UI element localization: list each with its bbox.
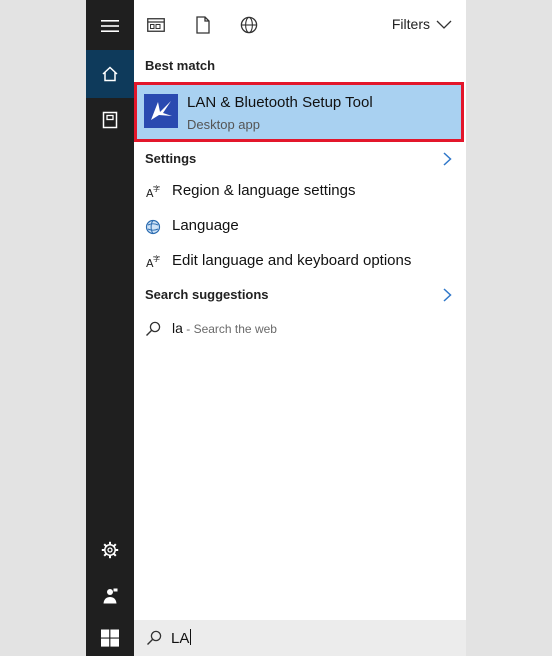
documents-scope-button[interactable] [192,14,214,36]
windows-logo-icon [101,629,119,647]
apps-icon [147,18,165,32]
start-sidebar [86,0,134,656]
gear-icon [101,541,119,559]
app-name: LAN & Bluetooth Setup Tool [187,94,373,111]
best-match-heading: Best match [145,58,216,73]
search-results-panel: Filters Best match LAN & Bluetooth Setup… [134,0,466,620]
web-scope-button[interactable] [238,14,260,36]
settings-button[interactable] [86,526,134,574]
scope-toolbar: Filters [134,0,466,50]
hamburger-icon [101,20,119,32]
taskbar-search-box[interactable]: LA [134,620,466,656]
filters-dropdown[interactable]: Filters [392,16,452,32]
best-match-result[interactable]: LAN & Bluetooth Setup Tool Desktop app [134,82,464,142]
windows-start-button[interactable] [86,620,134,656]
search-icon [144,320,162,338]
suggestions-chevron-right-icon[interactable] [443,288,452,302]
suggestion-query: la [172,320,183,336]
settings-chevron-right-icon[interactable] [443,152,452,166]
search-suggestions-heading: Search suggestions [145,287,269,302]
search-value: LA [171,630,190,647]
notebook-button[interactable] [86,96,134,144]
suggestion-text: la - Search the web [172,320,277,336]
notebook-icon [102,111,118,129]
settings-item-language[interactable]: Language [134,209,466,243]
svg-text:字: 字 [153,254,160,263]
search-box-icon [147,630,162,645]
document-icon [196,16,210,34]
lan-bluetooth-app-icon [144,94,178,128]
region-icon: A 字 [144,183,162,201]
home-icon [102,66,118,82]
web-search-suggestion[interactable]: la - Search the web [134,311,466,345]
filters-label: Filters [391,16,430,32]
apps-scope-button[interactable] [145,14,167,36]
feedback-button[interactable] [86,572,134,620]
home-button[interactable] [86,50,134,98]
keyboard-language-icon: A 字 [144,253,162,271]
svg-text:字: 字 [153,184,160,193]
settings-item-label: Edit language and keyboard options [172,252,412,269]
globe-icon [240,16,258,34]
hamburger-menu-button[interactable] [86,2,134,50]
suggestion-hint: - Search the web [182,322,277,336]
language-globe-icon [144,218,162,236]
chevron-down-icon [436,20,452,29]
text-caret [190,629,192,645]
settings-item-label: Region & language settings [172,182,356,199]
settings-item-region-language[interactable]: A 字 Region & language settings [134,174,466,208]
settings-item-keyboard-options[interactable]: A 字 Edit language and keyboard options [134,244,466,278]
feedback-person-icon [103,588,118,604]
app-type: Desktop app [187,117,260,132]
settings-item-label: Language [172,217,239,234]
settings-heading: Settings [145,151,197,166]
search-input[interactable]: LA [171,629,192,647]
